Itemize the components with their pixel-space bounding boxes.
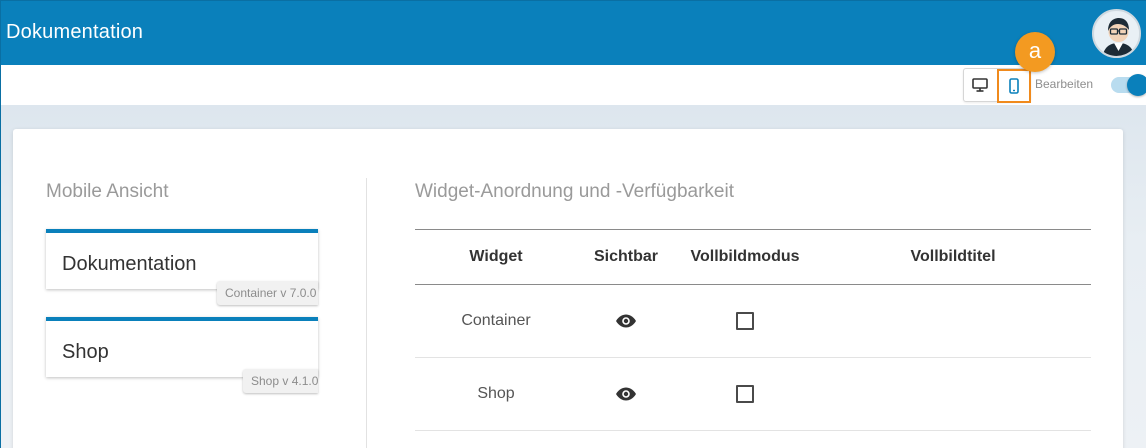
arrangement-title: Widget-Anordnung und -Verfügbarkeit (415, 181, 734, 202)
widget-tile-shop[interactable]: Shop (46, 317, 318, 377)
column-header-visible: Sichtbar (593, 248, 658, 265)
edit-mode-toggle-knob[interactable] (1127, 74, 1146, 96)
table-row-divider (415, 357, 1091, 358)
widget-version-label: Shop v 4.1.0 (243, 369, 318, 393)
fullscreen-checkbox[interactable] (736, 312, 754, 330)
column-header-fullscreen: Vollbildmodus (690, 248, 800, 265)
column-header-widget: Widget (469, 248, 523, 265)
fullscreen-checkbox[interactable] (736, 385, 754, 403)
table-header-border (415, 284, 1091, 285)
column-header-fullscreen-title: Vollbildtitel (910, 248, 996, 265)
eye-icon[interactable] (615, 314, 637, 328)
column-divider (366, 178, 367, 448)
smartphone-icon (1009, 78, 1019, 94)
widget-tile-dokumentation[interactable]: Dokumentation (46, 229, 318, 289)
widget-tile-name: Shop (62, 341, 109, 363)
page-title: Dokumentation (6, 21, 144, 43)
header-bar (1, 1, 1146, 65)
monitor-icon (972, 78, 988, 92)
edit-mode-label: Bearbeiten (1035, 77, 1094, 91)
desktop-view-button[interactable] (964, 69, 996, 101)
table-cell-widget: Shop (477, 385, 515, 402)
table-top-border (415, 229, 1091, 230)
avatar[interactable] (1092, 9, 1141, 58)
table-cell-widget: Container (461, 312, 531, 329)
callout-badge: a (1015, 32, 1055, 72)
mobile-view-title: Mobile Ansicht (46, 181, 169, 202)
widget-tile-name: Dokumentation (62, 253, 197, 275)
mobile-view-button[interactable] (997, 69, 1031, 103)
widget-version-label: Container v 7.0.0 (217, 281, 318, 305)
table-row-divider (415, 430, 1091, 431)
eye-icon[interactable] (615, 387, 637, 401)
